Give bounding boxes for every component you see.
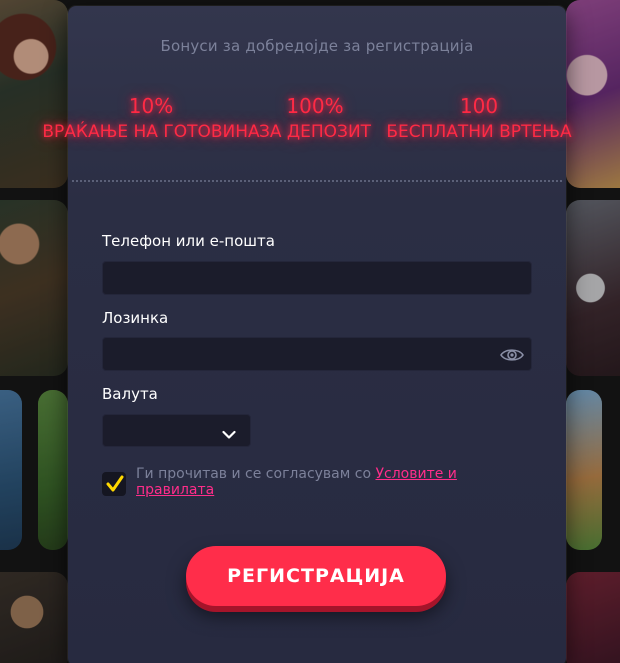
background-game-tile: [0, 390, 22, 550]
section-divider: [72, 180, 562, 182]
bonus-free-spins: 100 БЕСПЛАТНИ ВРТЕЊА: [344, 94, 614, 143]
background-game-tile: [0, 572, 68, 663]
currency-label: Валута: [102, 385, 158, 403]
terms-agreement: Ги прочитав и се согласувам со Условите …: [136, 466, 536, 498]
phone-email-label: Телефон или е-пошта: [102, 232, 275, 250]
background-game-tile: [566, 200, 620, 376]
password-input[interactable]: [102, 337, 532, 371]
phone-email-input[interactable]: [102, 261, 532, 295]
bonus-row: 10% ВРАЌАЊЕ НА ГОТОВИНА 100% ЗА ДЕПОЗИТ …: [42, 94, 571, 154]
registration-panel: Бонуси за добредојде за регистрација 10%…: [42, 6, 572, 663]
checkmark-icon: [106, 475, 124, 492]
background-game-tile: [0, 200, 68, 376]
background-game-tile: [566, 572, 620, 663]
terms-checkbox[interactable]: [102, 472, 126, 496]
chevron-down-icon: [222, 425, 236, 439]
bonus-label: БЕСПЛАТНИ ВРТЕЊА: [386, 122, 572, 142]
register-button[interactable]: РЕГИСТРАЦИЈА: [186, 546, 446, 606]
password-label: Лозинка: [102, 309, 169, 327]
background-game-tile: [566, 390, 602, 550]
bonus-header: Бонуси за добредојде за регистрација: [160, 37, 474, 55]
terms-text: Ги прочитав и се согласувам со: [136, 466, 376, 482]
background-game-tile: [38, 390, 68, 550]
currency-select[interactable]: [102, 414, 251, 447]
eye-icon[interactable]: [500, 347, 524, 363]
bonus-value: 100: [459, 94, 499, 118]
